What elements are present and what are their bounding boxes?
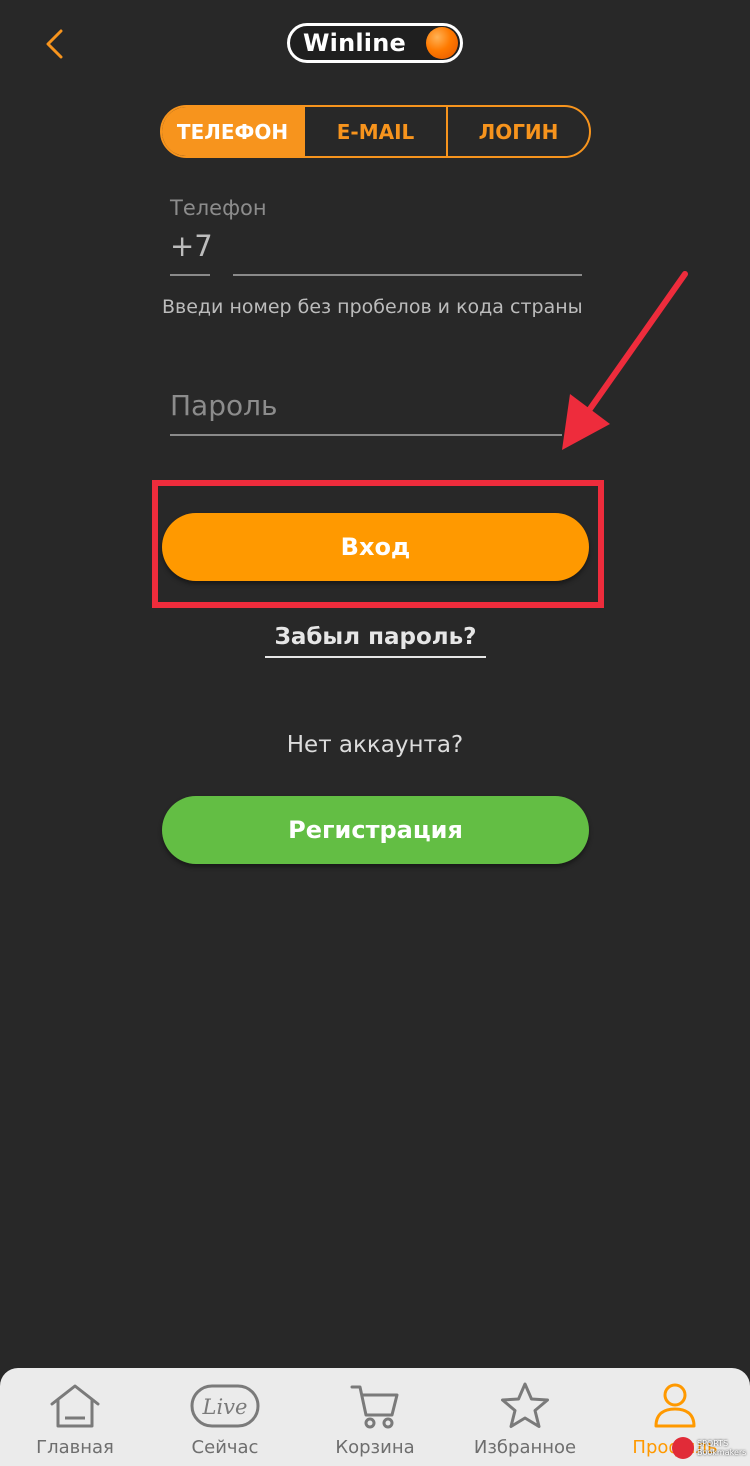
nav-label: Избранное bbox=[473, 1437, 577, 1458]
phone-input[interactable] bbox=[233, 229, 582, 276]
bottom-navigation: Главная Live Сейчас Корзина Избранное bbox=[0, 1368, 750, 1466]
chevron-left-icon bbox=[46, 29, 63, 59]
back-button[interactable] bbox=[32, 22, 76, 66]
watermark-logo-icon bbox=[672, 1437, 694, 1459]
login-method-tabs: ТЕЛЕФОН E-MAIL ЛОГИН bbox=[160, 105, 591, 158]
watermark-line1: SPORTS bbox=[697, 1439, 729, 1448]
watermark: SPORTS Bookmakers bbox=[672, 1434, 746, 1462]
user-icon bbox=[654, 1383, 696, 1428]
phone-label: Телефон bbox=[170, 196, 267, 220]
tab-login[interactable]: ЛОГИН bbox=[446, 107, 589, 156]
live-icon: Live bbox=[190, 1384, 260, 1428]
star-icon bbox=[501, 1382, 549, 1428]
logo-ball-icon bbox=[426, 27, 458, 59]
nav-item-cart[interactable]: Корзина bbox=[300, 1368, 450, 1466]
nav-item-home[interactable]: Главная bbox=[0, 1368, 150, 1466]
tab-phone[interactable]: ТЕЛЕФОН bbox=[162, 107, 303, 156]
login-button[interactable]: Вход bbox=[162, 513, 589, 581]
logo-text: Winline bbox=[303, 29, 407, 57]
no-account-text: Нет аккаунта? bbox=[286, 732, 464, 758]
forgot-password-link[interactable]: Забыл пароль? bbox=[265, 624, 486, 658]
nav-label: Главная bbox=[36, 1437, 114, 1458]
nav-item-favorites[interactable]: Избранное bbox=[450, 1368, 600, 1466]
nav-item-live[interactable]: Live Сейчас bbox=[150, 1368, 300, 1466]
watermark-line2: Bookmakers bbox=[697, 1448, 747, 1457]
home-icon bbox=[50, 1384, 100, 1428]
password-input[interactable] bbox=[170, 376, 562, 436]
live-icon-text: Live bbox=[202, 1395, 248, 1419]
nav-label: Сейчас bbox=[191, 1437, 259, 1458]
phone-country-prefix: +7 bbox=[170, 229, 213, 276]
tab-email[interactable]: E-MAIL bbox=[303, 107, 446, 156]
annotation-arrow-icon bbox=[562, 271, 688, 450]
nav-label: Корзина bbox=[335, 1437, 415, 1458]
phone-hint: Введи номер без пробелов и кода страны bbox=[162, 296, 583, 318]
winline-logo: Winline bbox=[287, 23, 463, 63]
register-button[interactable]: Регистрация bbox=[162, 796, 589, 864]
cart-icon bbox=[350, 1385, 399, 1429]
